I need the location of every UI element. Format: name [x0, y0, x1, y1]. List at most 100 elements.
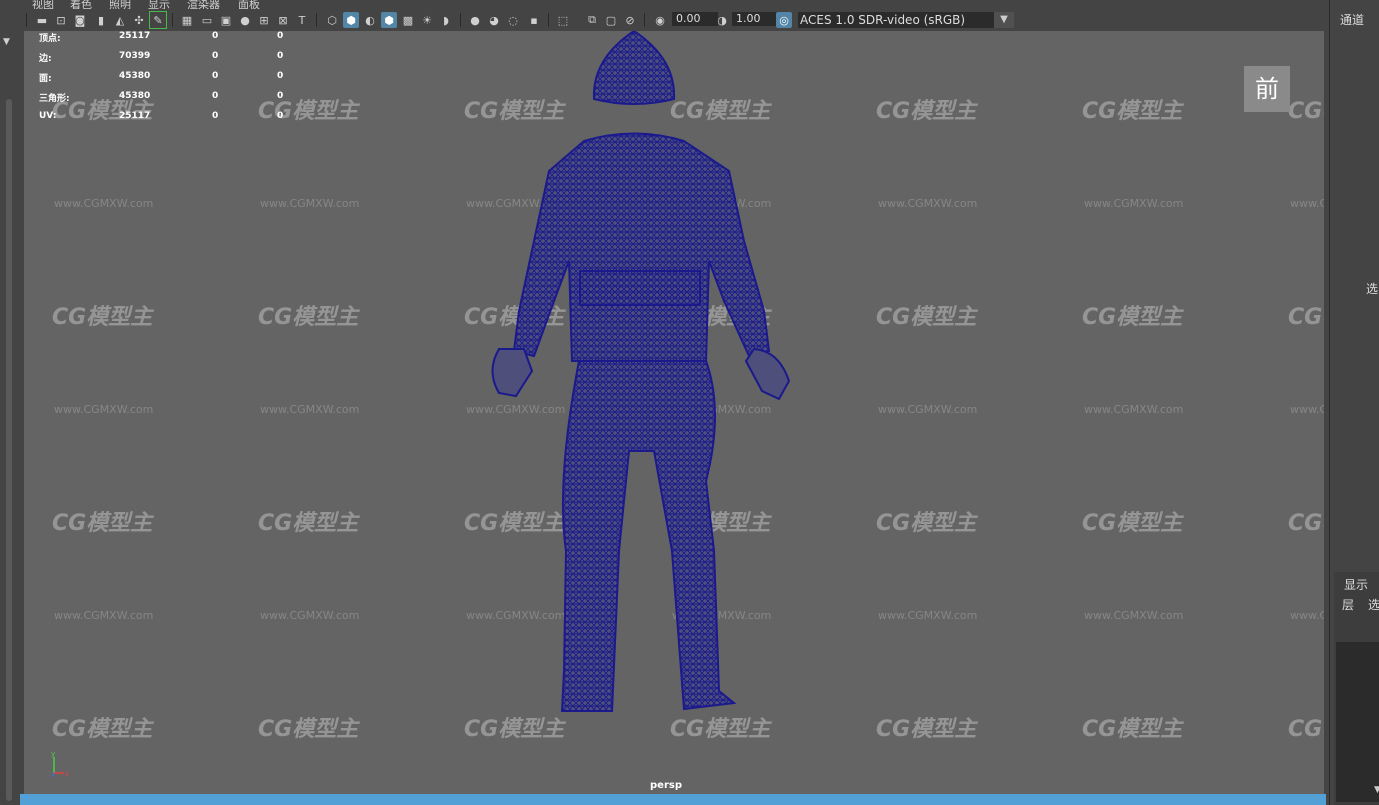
watermark-url: www.CGMXW.com — [1290, 197, 1324, 210]
menu-bar: 视图 着色 照明 显示 渲染器 面板 — [20, 0, 1326, 9]
watermark-url: www.CGMXW.com — [260, 197, 360, 210]
watermark-logo: CG模型主 — [52, 511, 153, 536]
depth-of-field-icon[interactable]: ▪ — [526, 12, 542, 28]
xray-joints-icon[interactable]: ▢ — [603, 12, 619, 28]
viewport-3d[interactable]: CG模型主 CG模型主 CG模型主 CG模型主 CG模型主 CG模型主 CG模型主 CG模型主… — [24, 31, 1324, 794]
menu-show[interactable]: 显示 — [148, 0, 170, 9]
film-gate-icon[interactable]: ▭ — [199, 12, 215, 28]
hud-value: 0 — [277, 91, 284, 101]
textured-icon[interactable]: ▩ — [400, 12, 416, 28]
safe-title-icon[interactable]: T — [294, 12, 310, 28]
options-menu[interactable]: 选 — [1368, 596, 1379, 613]
time-slider[interactable] — [20, 794, 1326, 805]
watermark-logo: CG模型主 — [876, 511, 977, 536]
wireframe-on-shaded-icon[interactable]: ⬢ — [381, 12, 397, 28]
torso — [512, 132, 771, 362]
anti-aliasing-icon[interactable]: ◌ — [505, 12, 521, 28]
safe-action-icon[interactable]: ⊠ — [275, 12, 291, 28]
watermark-url: www.CGMXW.com — [878, 403, 978, 416]
channel-box-panel: 通道 选 显示 层 选 ▼ — [1326, 0, 1379, 805]
motion-blur-icon[interactable]: ◕ — [486, 12, 502, 28]
watermark-logo: CG模型主 — [258, 305, 359, 330]
wireframe-icon[interactable]: ⬡ — [324, 12, 340, 28]
camera-attributes-icon[interactable]: ◙ — [72, 12, 88, 28]
display-tab[interactable]: 显示 — [1344, 576, 1368, 593]
default-material-icon[interactable]: ◐ — [362, 12, 378, 28]
view-transform-dropdown[interactable]: ACES 1.0 SDR-video (sRGB) ▼ — [798, 12, 1014, 28]
watermark-logo: CG模型主 — [1288, 305, 1324, 330]
backface-culling-icon[interactable]: ⊘ — [622, 12, 638, 28]
hud-value: 0 — [212, 31, 219, 41]
watermark-logo: CG模型主 — [1288, 511, 1324, 536]
hud-label: UV: — [39, 111, 57, 121]
select-camera-icon[interactable]: ▬ — [34, 12, 50, 28]
watermark-logo: CG模型主 — [1288, 99, 1324, 124]
watermark-logo: CG模型主 — [258, 717, 359, 742]
image-plane-icon[interactable]: ◭ — [112, 12, 128, 28]
watermark-url: www.CGMXW.com — [260, 609, 360, 622]
watermark-logo: CG模型主 — [1082, 99, 1183, 124]
screen-space-ao-icon[interactable]: ● — [467, 12, 483, 28]
hud-value: 0 — [212, 91, 219, 101]
layer-list[interactable] — [1336, 642, 1379, 802]
menu-lighting[interactable]: 照明 — [109, 0, 131, 9]
resolution-gate-icon[interactable]: ▣ — [218, 12, 234, 28]
hud-label: 顶点: — [39, 34, 61, 44]
2d-pan-zoom-icon[interactable]: ✣ — [131, 12, 147, 28]
layers-menu[interactable]: 层 — [1342, 596, 1354, 613]
scroll-down-icon[interactable]: ▼ — [1374, 785, 1379, 795]
chevron-down-icon[interactable]: ▼ — [994, 12, 1014, 28]
hud-value: 25117 — [119, 31, 151, 41]
hud-row: 三角形: 45380 0 0 — [39, 91, 299, 111]
watermark-logo: CG模型主 — [52, 717, 153, 742]
exposure-icon[interactable]: ◉ — [652, 12, 668, 28]
panel-divider[interactable] — [1329, 0, 1330, 805]
menu-renderer[interactable]: 渲染器 — [187, 0, 220, 9]
use-all-lights-icon[interactable]: ☀ — [419, 12, 435, 28]
color-management-icon[interactable]: ◎ — [776, 12, 792, 28]
menu-shading[interactable]: 着色 — [70, 0, 92, 9]
xray-icon[interactable]: ⧉ — [584, 12, 600, 28]
menu-panels[interactable]: 面板 — [238, 0, 260, 9]
watermark-url: www.CGMXW.com — [1084, 403, 1184, 416]
left-strip: ▼ — [0, 31, 20, 805]
axis-y-label: y — [51, 750, 55, 758]
watermark-url: www.CGMXW.com — [1290, 403, 1324, 416]
hud-label: 三角形: — [39, 94, 70, 104]
watermark-url: www.CGMXW.com — [260, 403, 360, 416]
exposure-field[interactable]: 0.00 — [672, 12, 718, 26]
hud-value: 45380 — [119, 91, 151, 101]
isolate-select-icon[interactable]: ⬚ — [555, 12, 571, 28]
lock-camera-icon[interactable]: ⊡ — [53, 12, 69, 28]
menu-view[interactable]: 视图 — [32, 0, 54, 9]
collapse-arrow-icon[interactable]: ▼ — [3, 37, 10, 47]
view-transform-value: ACES 1.0 SDR-video (sRGB) — [800, 13, 966, 27]
hud-value: 45380 — [119, 71, 151, 81]
watermark-url: www.CGMXW.com — [54, 403, 154, 416]
toolbar-separator — [26, 13, 27, 27]
layer-editor: 显示 层 选 ▼ — [1334, 572, 1379, 805]
helmet — [592, 31, 676, 105]
grease-pencil-icon[interactable]: ✎ — [149, 11, 167, 29]
hud-value: 25117 — [119, 111, 151, 121]
axis-gizmo: y x — [51, 750, 69, 778]
wireframe-model[interactable] — [444, 31, 844, 721]
gamma-icon[interactable]: ◑ — [714, 12, 730, 28]
watermark-logo: CG模型主 — [876, 717, 977, 742]
watermark-logo: CG模型主 — [1082, 305, 1183, 330]
watermark-logo: CG模型主 — [52, 305, 153, 330]
shadows-icon[interactable]: ◗ — [438, 12, 454, 28]
hud-value: 0 — [212, 111, 219, 121]
channels-tab[interactable]: 通道 — [1340, 11, 1364, 28]
grid-icon[interactable]: ▦ — [179, 12, 195, 28]
smooth-shade-icon[interactable]: ⬢ — [343, 12, 359, 28]
bookmark-icon[interactable]: ▮ — [93, 12, 109, 28]
select-label: 选 — [1366, 282, 1379, 296]
left-scrollbar[interactable] — [6, 99, 12, 801]
watermark-logo: CG模型主 — [258, 511, 359, 536]
gamma-field[interactable]: 1.00 — [732, 12, 778, 26]
view-cube-front[interactable]: 前 — [1244, 66, 1290, 112]
watermark-url: www.CGMXW.com — [54, 197, 154, 210]
gate-mask-icon[interactable]: ● — [237, 12, 253, 28]
field-chart-icon[interactable]: ⊞ — [256, 12, 272, 28]
